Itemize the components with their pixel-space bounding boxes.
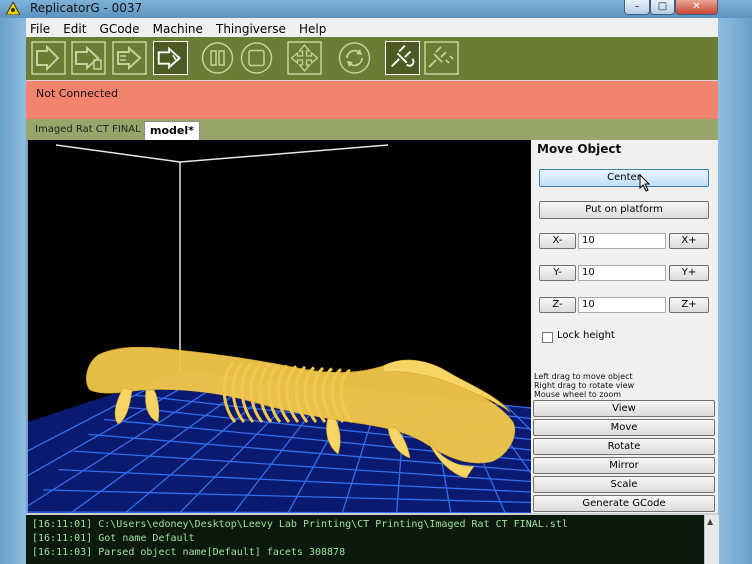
move-mode-button[interactable]: Move bbox=[533, 419, 715, 436]
generate-gcode-icon bbox=[157, 46, 181, 70]
view-mode-button[interactable]: View bbox=[533, 400, 715, 417]
center-button[interactable]: Center bbox=[539, 169, 709, 187]
console-log[interactable]: [16:11:01] C:\Users\edoney\Desktop\Leevy… bbox=[26, 513, 718, 564]
close-button[interactable]: ✕ bbox=[675, 0, 718, 15]
hint-right-drag: Right drag to rotate view bbox=[534, 381, 635, 390]
stop-button[interactable] bbox=[239, 41, 274, 75]
disconnect-button[interactable] bbox=[424, 41, 459, 75]
app-logo-icon bbox=[6, 2, 20, 15]
build-icon bbox=[31, 41, 66, 75]
console-line: [16:11:03] Parsed object name[Default] f… bbox=[32, 547, 345, 558]
reset-icon bbox=[338, 42, 371, 74]
z-plus-button[interactable]: Z+ bbox=[669, 297, 709, 313]
replicatorg-window: ReplicatorG - 0037 – □ ✕ File Edit GCode… bbox=[0, 0, 752, 564]
connect-icon bbox=[391, 45, 415, 68]
menu-file[interactable]: File bbox=[26, 20, 54, 36]
minimize-button[interactable]: – bbox=[624, 0, 650, 15]
maximize-button[interactable]: □ bbox=[650, 0, 675, 15]
build-to-file-icon bbox=[71, 41, 106, 75]
menu-thingiverse[interactable]: Thingiverse bbox=[212, 20, 290, 36]
hint-mouse-wheel: Mouse wheel to zoom bbox=[534, 390, 622, 399]
y-plus-button[interactable]: Y+ bbox=[669, 265, 709, 281]
reset-button[interactable] bbox=[337, 41, 372, 75]
tab-imaged-rat-ct-final[interactable]: Imaged Rat CT FINAL bbox=[30, 121, 146, 140]
x-plus-button[interactable]: X+ bbox=[669, 233, 709, 249]
rotate-mode-button[interactable]: Rotate bbox=[533, 438, 715, 455]
generate-gcode-button[interactable] bbox=[153, 41, 188, 75]
upload-icon bbox=[112, 41, 147, 75]
connection-status-text: Not Connected bbox=[36, 87, 119, 100]
build-to-file-button[interactable] bbox=[71, 41, 106, 75]
console-message: Parsed object name[Default] facets 30887… bbox=[98, 547, 346, 558]
tab-model[interactable]: model* bbox=[144, 121, 200, 140]
console-scrollbar[interactable]: ▲ bbox=[704, 515, 719, 564]
upload-button[interactable] bbox=[112, 41, 147, 75]
panel-title: Move Object bbox=[537, 142, 622, 156]
menu-edit[interactable]: Edit bbox=[59, 20, 90, 36]
console-timestamp: [16:11:03] bbox=[32, 547, 93, 558]
z-step-input[interactable]: 10 bbox=[578, 297, 666, 313]
window-border-left bbox=[0, 18, 26, 564]
scroll-up-icon[interactable]: ▲ bbox=[707, 517, 713, 526]
z-minus-button[interactable]: Z- bbox=[539, 297, 576, 313]
toolbar bbox=[26, 37, 718, 80]
control-panel-icon bbox=[287, 41, 322, 75]
lock-height-checkbox[interactable] bbox=[542, 332, 553, 343]
build-volume-outline bbox=[55, 144, 389, 372]
menu-machine[interactable]: Machine bbox=[149, 20, 207, 36]
control-panel-button[interactable] bbox=[287, 41, 322, 75]
title-bar: ReplicatorG - 0037 – □ ✕ bbox=[0, 0, 752, 18]
move-object-panel: Move Object Center Put on platform X- 10… bbox=[531, 140, 718, 513]
build-button[interactable] bbox=[31, 41, 66, 75]
y-minus-button[interactable]: Y- bbox=[539, 265, 576, 281]
mirror-mode-button[interactable]: Mirror bbox=[533, 457, 715, 474]
window-title: ReplicatorG - 0037 bbox=[30, 1, 143, 15]
connection-status-bar: Not Connected bbox=[26, 80, 718, 120]
pause-icon bbox=[201, 42, 234, 74]
menu-bar: File Edit GCode Machine Thingiverse Help bbox=[26, 18, 718, 38]
x-step-input[interactable]: 10 bbox=[578, 233, 666, 249]
put-on-platform-button[interactable]: Put on platform bbox=[539, 201, 709, 219]
console-line: [16:11:01] Got name Default bbox=[32, 533, 195, 544]
connect-button[interactable] bbox=[385, 41, 420, 75]
3d-preview-viewport[interactable] bbox=[28, 140, 531, 513]
window-border-right bbox=[718, 18, 752, 564]
y-step-input[interactable]: 10 bbox=[578, 265, 666, 281]
file-tab-bar: Imaged Rat CT FINAL model* bbox=[26, 119, 718, 140]
scale-mode-button[interactable]: Scale bbox=[533, 476, 715, 493]
console-message: C:\Users\edoney\Desktop\Leevy Lab Printi… bbox=[98, 519, 568, 530]
console-timestamp: [16:11:01] bbox=[32, 533, 93, 544]
console-timestamp: [16:11:01] bbox=[32, 519, 93, 530]
lock-height-label: Lock height bbox=[557, 330, 615, 341]
build-volume-scene bbox=[28, 144, 531, 513]
console-line: [16:11:01] C:\Users\edoney\Desktop\Leevy… bbox=[32, 519, 568, 530]
hint-left-drag: Left drag to move object bbox=[534, 372, 633, 381]
menu-gcode[interactable]: GCode bbox=[96, 20, 144, 36]
stop-icon bbox=[240, 42, 273, 74]
generate-gcode-mode-button[interactable]: Generate GCode bbox=[533, 495, 715, 512]
mouse-cursor-icon bbox=[639, 174, 651, 192]
disconnect-icon bbox=[424, 41, 459, 75]
pause-button[interactable] bbox=[200, 41, 235, 75]
x-minus-button[interactable]: X- bbox=[539, 233, 576, 249]
menu-help[interactable]: Help bbox=[295, 20, 330, 36]
console-message: Got name Default bbox=[98, 533, 195, 544]
